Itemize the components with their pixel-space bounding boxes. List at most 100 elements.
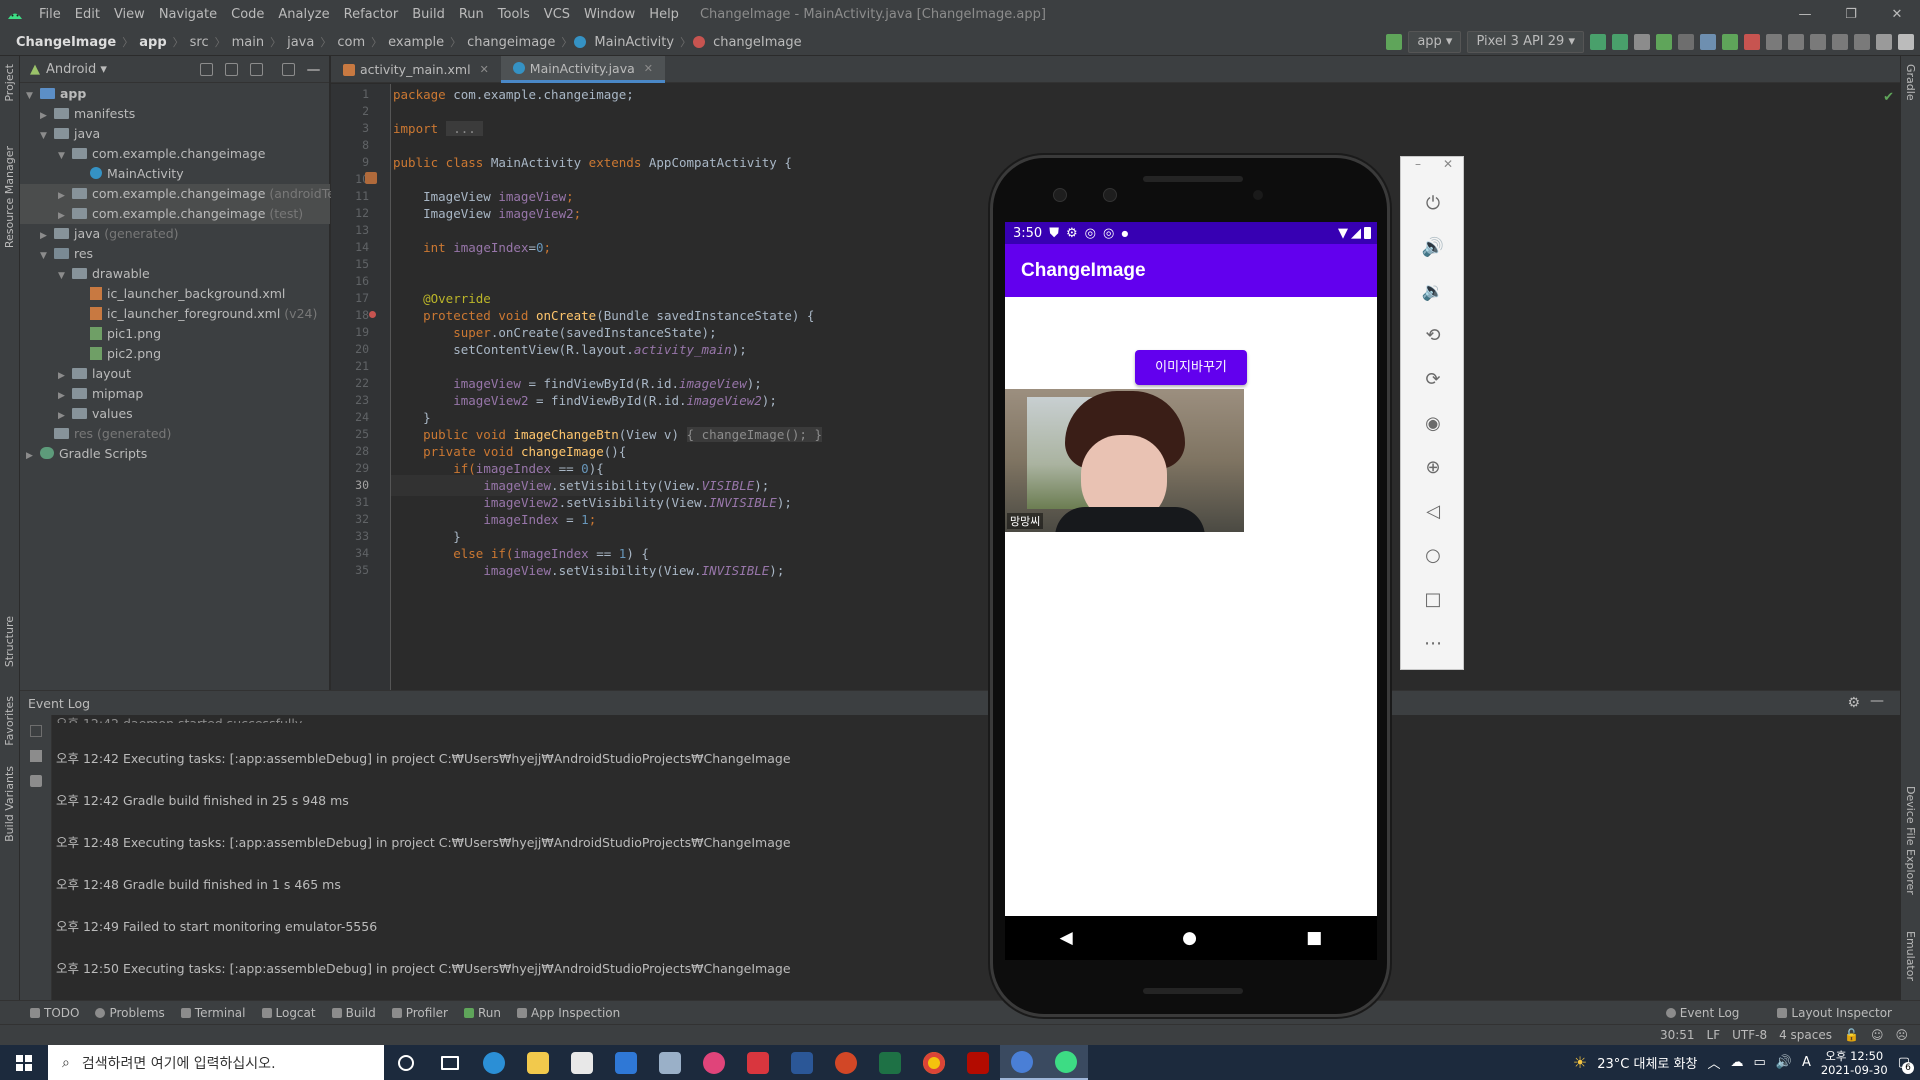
onedrive-icon[interactable]: ☁ [1730,1055,1743,1070]
file-explorer-icon[interactable] [516,1045,560,1080]
sync-gradle-icon[interactable] [1766,34,1782,50]
tab-build-variants[interactable]: Build Variants [3,766,16,842]
tree-item-java[interactable]: ▼ java [20,124,330,144]
ime-indicator[interactable]: A [1802,1055,1811,1070]
tree-item-mipmap[interactable]: ▶ mipmap [20,384,330,404]
mail-icon[interactable] [604,1045,648,1080]
crumb-src[interactable]: src [186,35,213,50]
tab-activity-main-xml[interactable]: activity_main.xml ✕ [331,56,501,83]
settings-gear-icon[interactable] [282,63,295,76]
volume-up-icon[interactable]: 🔊 [1401,235,1465,261]
home-icon[interactable]: ○ [1401,543,1465,569]
folded-imports[interactable]: ... [445,121,484,136]
crumb-module[interactable]: app [135,35,170,50]
menu-help[interactable]: Help [642,7,686,22]
back-icon[interactable]: ◁ [1401,499,1465,525]
tree-item-pic1[interactable]: pic1.png [20,324,330,344]
tool-app-inspection[interactable]: App Inspection [516,1006,620,1020]
network-icon[interactable]: ▭ [1753,1055,1765,1070]
tab-emulator[interactable]: Emulator [1904,931,1917,981]
android-class-gutter-icon[interactable] [365,172,377,184]
task-view-icon[interactable] [428,1045,472,1080]
lock-icon[interactable]: 🔓 [1844,1028,1859,1042]
acrobat-icon[interactable] [956,1045,1000,1080]
expand-all-icon[interactable] [225,63,238,76]
tree-item-package-test[interactable]: ▶ com.example.changeimage (test) [20,204,330,224]
sdk-manager-icon[interactable] [1810,34,1826,50]
crumb-method[interactable]: changeImage [709,35,806,50]
edge-icon[interactable] [472,1045,516,1080]
change-image-button[interactable]: 이미지바꾸기 [1135,350,1247,385]
apply-changes-icon[interactable] [1590,34,1606,50]
notification-center-icon[interactable]: ▢6 [1898,1055,1914,1074]
wrench-icon[interactable] [30,775,42,787]
minimize-panel-icon[interactable]: — [1870,693,1884,709]
minimize-icon[interactable]: — [1782,0,1828,29]
profile-icon[interactable] [1700,34,1716,50]
apply-code-changes-icon[interactable] [1612,34,1628,50]
tab-device-file-explorer[interactable]: Device File Explorer [1904,786,1917,895]
menu-file[interactable]: File [32,7,68,22]
tool-layout-inspector[interactable]: Layout Inspector [1777,1006,1892,1020]
inspection-ok-icon[interactable]: ✔ [1883,90,1894,105]
collapse-all-icon[interactable] [250,63,263,76]
stop-icon[interactable] [1744,34,1760,50]
tool-build[interactable]: Build [331,1006,376,1020]
powerpoint-icon[interactable] [824,1045,868,1080]
calendar-app-icon[interactable] [736,1045,780,1080]
tree-item-java-generated[interactable]: ▶ java (generated) [20,224,330,244]
project-structure-icon[interactable] [1854,34,1870,50]
tray-chevron-icon[interactable]: ︿ [1707,1053,1720,1072]
overview-icon[interactable]: □ [1401,587,1465,613]
tree-item-pic2[interactable]: pic2.png [20,344,330,364]
tree-item-app[interactable]: ▼ app [20,84,330,104]
locate-icon[interactable] [200,63,213,76]
tool-terminal[interactable]: Terminal [180,1006,246,1020]
make-hammer-icon[interactable] [1386,34,1403,50]
crumb-main[interactable]: main [228,35,268,50]
screenshot-camera-icon[interactable]: ◉ [1401,411,1465,437]
mark-read-icon[interactable] [30,725,42,737]
chat-app-icon[interactable] [692,1045,736,1080]
store-icon[interactable] [560,1045,604,1080]
settings-gear-icon[interactable]: ⚙ [1847,695,1860,711]
tool-event-log[interactable]: Event Log [1665,1006,1739,1020]
menu-edit[interactable]: Edit [68,7,107,22]
menu-run[interactable]: Run [452,7,491,22]
menu-build[interactable]: Build [405,7,452,22]
photos-icon[interactable] [648,1045,692,1080]
rotate-right-icon[interactable]: ⟳ [1401,367,1465,393]
crumb-package[interactable]: changeimage [463,35,559,50]
tool-profiler[interactable]: Profiler [391,1006,448,1020]
tree-item-gradle-scripts[interactable]: ▶ Gradle Scripts [20,444,330,464]
tree-item-res-generated[interactable]: res (generated) [20,424,330,444]
hide-panel-icon[interactable] [307,69,320,71]
indent-setting[interactable]: 4 spaces [1779,1028,1832,1042]
recents-icon[interactable]: ■ [1306,928,1322,948]
more-icon[interactable]: ⋯ [1401,631,1465,657]
attach-debugger-icon[interactable] [1722,34,1738,50]
tab-mainactivity-java[interactable]: MainActivity.java ✕ [500,55,665,83]
tool-todo[interactable]: TODO [30,1006,79,1020]
device-manager-icon[interactable] [1832,34,1848,50]
rotate-left-icon[interactable]: ⟲ [1401,323,1465,349]
power-icon[interactable]: ⏻ [1401,191,1465,217]
tree-item-ic-launcher-foreground[interactable]: ic_launcher_foreground.xml (v24) [20,304,330,324]
tree-item-layout[interactable]: ▶ layout [20,364,330,384]
home-icon[interactable]: ● [1182,928,1197,948]
weather-text[interactable]: 23°C 대체로 화창 [1597,1053,1697,1072]
chrome-icon[interactable] [912,1045,956,1080]
tab-structure[interactable]: Structure [3,616,16,667]
tree-item-mainactivity[interactable]: MainActivity [20,164,330,184]
back-icon[interactable]: ◀ [1060,928,1073,948]
close-tab-icon[interactable]: ✕ [644,55,653,82]
close-tab-icon[interactable]: ✕ [480,56,489,83]
tree-item-package-androidtest[interactable]: ▶ com.example.changeimage (androidTest) [20,184,351,204]
clock[interactable]: 오후 12:50 2021-09-30 [1821,1049,1888,1077]
tool-logcat[interactable]: Logcat [261,1006,316,1020]
menu-refactor[interactable]: Refactor [337,7,406,22]
tab-resource-manager[interactable]: Resource Manager [3,146,16,248]
avd-manager-icon[interactable] [1788,34,1804,50]
tree-item-values[interactable]: ▶ values [20,404,330,424]
crumb-java[interactable]: java [283,35,318,50]
